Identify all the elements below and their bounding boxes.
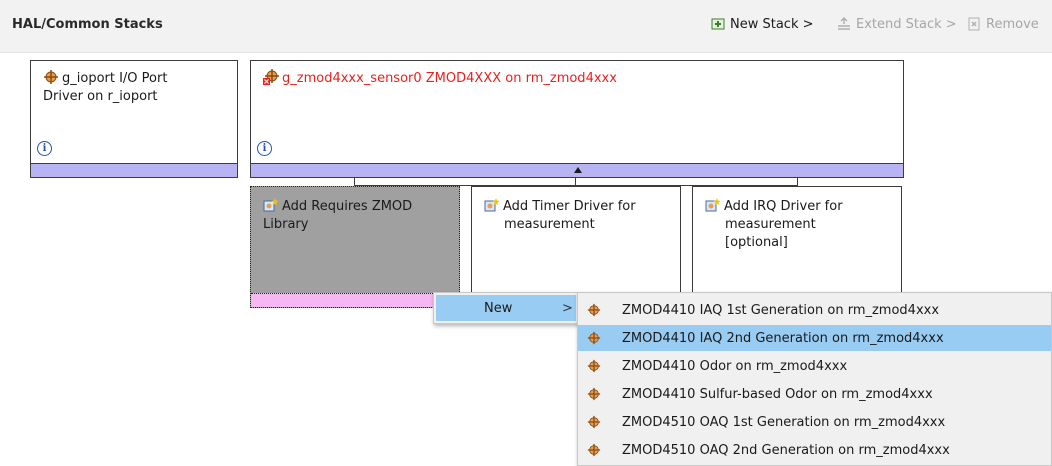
remove-icon — [966, 16, 982, 32]
module-icon — [587, 331, 601, 345]
submenu-item[interactable]: ZMOD4410 Sulfur-based Odor on rm_zmod4xx… — [578, 381, 1051, 407]
stack-module-error-icon — [263, 69, 279, 85]
collapse-arrow-icon — [574, 167, 582, 173]
extend-stack-button[interactable]: Extend Stack > — [836, 16, 957, 32]
add-timer-driver-card[interactable]: Add Timer Driver for measurement — [471, 186, 681, 294]
info-icon[interactable]: i — [257, 141, 272, 156]
info-icon[interactable]: i — [37, 141, 52, 156]
add-requirement-icon — [484, 197, 500, 213]
submenu-item[interactable]: ZMOD4410 IAQ 2nd Generation on rm_zmod4x… — [578, 325, 1051, 351]
new-stack-icon — [710, 16, 726, 32]
module-icon — [587, 415, 601, 429]
module-icon — [587, 303, 601, 317]
remove-button[interactable]: Remove — [966, 16, 1039, 32]
submenu-item[interactable]: ZMOD4510 OAQ 1st Generation on rm_zmod4x… — [578, 409, 1051, 435]
ioport-label-line2: Driver on r_ioport — [43, 89, 158, 104]
add-requires-library-card[interactable]: Add Requires ZMOD Library — [250, 186, 460, 308]
submenu-item-label: ZMOD4510 OAQ 1st Generation on rm_zmod4x… — [622, 414, 946, 430]
ioport-label-line1: g_ioport I/O Port — [62, 71, 168, 86]
ioport-stack-card[interactable]: g_ioport I/O Port Driver on r_ioport i — [30, 60, 238, 178]
submenu-item[interactable]: ZMOD4510 OAQ 2nd Generation on rm_zmod4x… — [578, 437, 1051, 463]
new-submenu: ZMOD4410 IAQ 1st Generation on rm_zmod4x… — [577, 292, 1052, 466]
module-icon — [587, 443, 601, 457]
module-icon — [587, 387, 601, 401]
chevron-right-icon: > — [562, 300, 573, 316]
submenu-item-label: ZMOD4410 IAQ 2nd Generation on rm_zmod4x… — [622, 330, 944, 346]
stack-module-icon — [43, 69, 59, 85]
section-title: HAL/Common Stacks — [12, 17, 163, 32]
module-icon — [587, 359, 601, 373]
context-menu: New > — [433, 292, 579, 324]
new-stack-button[interactable]: New Stack > — [710, 16, 814, 32]
add-requirement-icon — [263, 197, 279, 213]
sensor-stack-bar — [251, 163, 903, 177]
ioport-stack-bar — [31, 163, 237, 177]
submenu-item-label: ZMOD4410 IAQ 1st Generation on rm_zmod4x… — [622, 302, 940, 318]
extend-stack-icon — [836, 16, 852, 32]
submenu-item-label: ZMOD4410 Odor on rm_zmod4xxx — [622, 358, 848, 374]
submenu-item[interactable]: ZMOD4410 IAQ 1st Generation on rm_zmod4x… — [578, 297, 1051, 323]
submenu-item-label: ZMOD4410 Sulfur-based Odor on rm_zmod4xx… — [622, 386, 933, 402]
library-card-bar — [251, 293, 459, 307]
sensor-label: g_zmod4xxx_sensor0 ZMOD4XXX on rm_zmod4x… — [282, 71, 617, 86]
submenu-item-label: ZMOD4510 OAQ 2nd Generation on rm_zmod4x… — [622, 442, 950, 458]
add-requirement-icon — [705, 197, 721, 213]
sensor-stack-card[interactable]: g_zmod4xxx_sensor0 ZMOD4XXX on rm_zmod4x… — [250, 60, 904, 178]
submenu-item[interactable]: ZMOD4410 Odor on rm_zmod4xxx — [578, 353, 1051, 379]
add-irq-driver-card[interactable]: Add IRQ Driver for measurement [optional… — [692, 186, 902, 294]
menu-item-new[interactable]: New > — [436, 295, 576, 321]
stacks-header: HAL/Common Stacks New Stack > Extend Sta… — [0, 0, 1052, 53]
